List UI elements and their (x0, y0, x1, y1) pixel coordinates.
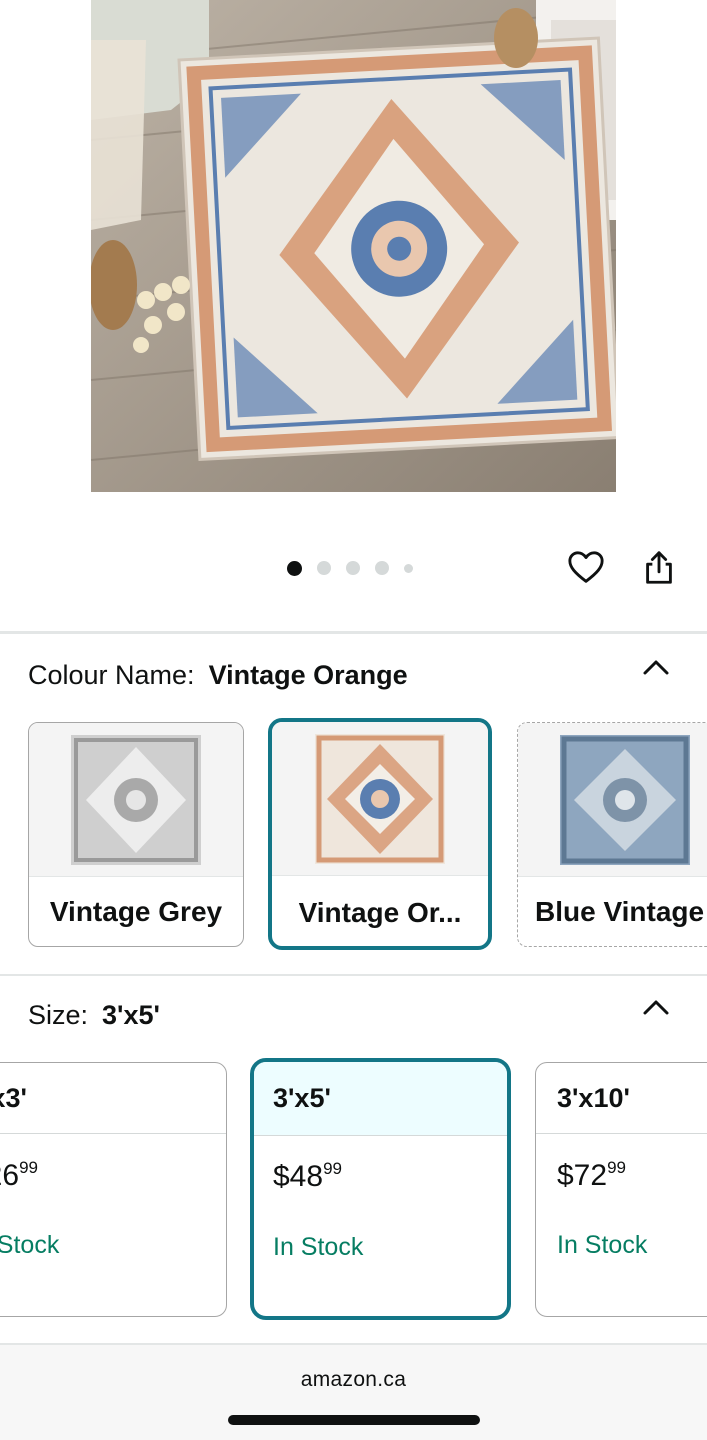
size-selected-value: 3'x5' (102, 1000, 160, 1030)
colour-label: Colour Name: (28, 660, 195, 690)
share-button[interactable] (639, 548, 679, 588)
size-option-price: $2699 (0, 1158, 38, 1193)
colour-selected-value: Vintage Orange (208, 660, 408, 690)
size-option-stock: In Stock (557, 1231, 648, 1259)
rug-thumbnail-orange (315, 733, 445, 864)
size-option-stock: In Stock (273, 1233, 364, 1261)
size-option-title: 3'x10' (536, 1063, 707, 1134)
size-option-3x10[interactable]: 3'x10' $7299 In Stock (535, 1062, 707, 1317)
size-option-title: 2'x3' (0, 1063, 226, 1134)
size-option-3x5[interactable]: 3'x5' $4899 In Stock (250, 1058, 511, 1320)
colour-option-label: Blue Vintage (535, 896, 705, 927)
colour-option-label: Vintage Grey (49, 896, 223, 927)
carousel-dot[interactable] (404, 563, 413, 573)
chevron-up-icon[interactable] (640, 992, 672, 1024)
stock-text: In Stock (0, 1231, 60, 1259)
swatch-thumbnail (272, 722, 488, 876)
price-whole: $72 (557, 1159, 608, 1192)
size-header: Size: 3'x5' (28, 1000, 160, 1031)
wishlist-button[interactable] (566, 548, 606, 588)
url-text[interactable]: amazon.ca (0, 1368, 707, 1392)
rug-thumbnail-grey (71, 734, 201, 865)
section-divider (0, 631, 707, 634)
size-option-price: $4899 (273, 1159, 342, 1194)
colour-option-blue-vintage[interactable]: Blue Vintage (517, 722, 707, 947)
size-title-text: 2'x3' (0, 1082, 27, 1113)
size-option-2x3[interactable]: 2'x3' $2699 In Stock (0, 1062, 227, 1317)
price-whole: $26 (0, 1159, 20, 1192)
colour-header: Colour Name: Vintage Orange (28, 660, 408, 691)
swatch-thumbnail (29, 723, 243, 877)
chevron-up-icon[interactable] (640, 652, 672, 684)
section-divider (0, 974, 707, 976)
colour-option-label: Vintage Or... (298, 897, 462, 928)
colour-option-vintage-grey[interactable]: Vintage Grey (28, 722, 244, 947)
carousel-dot-active[interactable] (287, 560, 302, 576)
size-option-title: 3'x5' (254, 1062, 507, 1136)
price-cents: 99 (19, 1158, 38, 1177)
rug-photo-illustration (91, 0, 616, 492)
carousel-dot[interactable] (317, 561, 331, 575)
carousel-dot[interactable] (346, 561, 360, 575)
share-icon (646, 551, 672, 584)
colour-option-vintage-orange[interactable]: Vintage Or... (268, 718, 492, 950)
size-option-stock: In Stock (0, 1231, 59, 1260)
price-cents: 99 (607, 1158, 626, 1177)
rug-thumbnail-blue (560, 734, 690, 865)
price-whole: $48 (273, 1160, 324, 1193)
carousel-dot[interactable] (375, 561, 389, 575)
product-image[interactable] (91, 0, 616, 492)
home-indicator[interactable] (228, 1415, 480, 1425)
image-carousel-indicator[interactable] (287, 560, 413, 576)
swatch-thumbnail (518, 723, 707, 877)
heart-icon (568, 551, 604, 583)
size-option-price: $7299 (557, 1158, 626, 1193)
price-cents: 99 (323, 1159, 342, 1178)
size-label: Size: (28, 1000, 89, 1030)
browser-address-bar (0, 1345, 707, 1440)
